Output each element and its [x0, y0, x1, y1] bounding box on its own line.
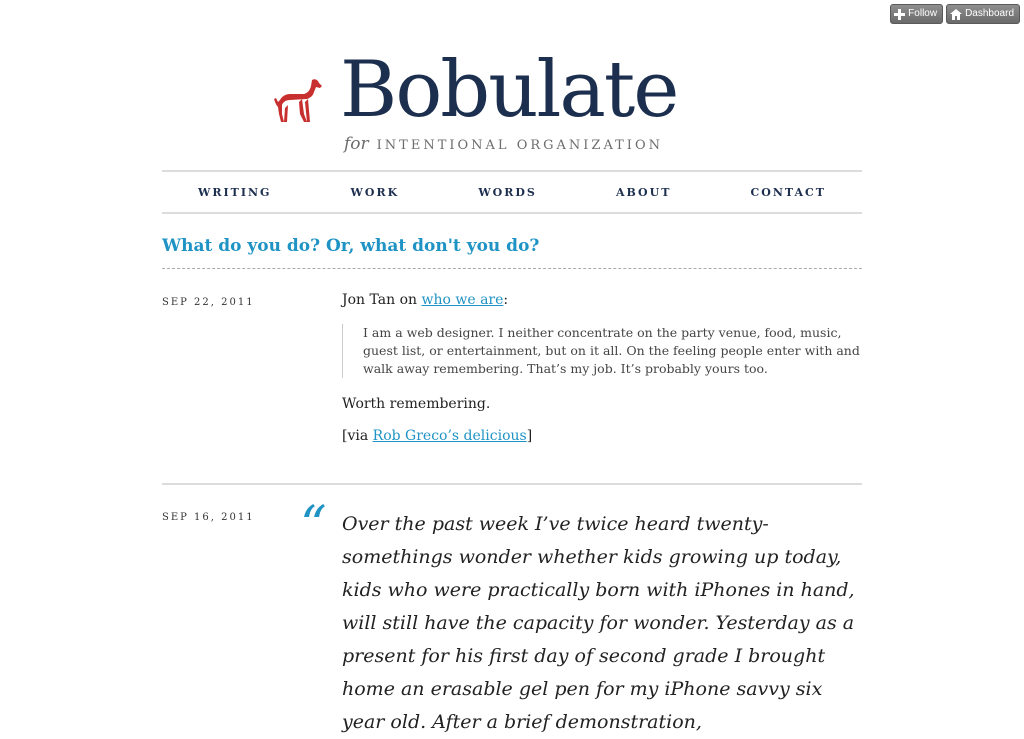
follow-label: Follow	[908, 8, 938, 19]
nav-item-writing[interactable]: WRITING	[198, 186, 271, 199]
who-we-are-link[interactable]: who we are	[421, 292, 503, 308]
follow-button[interactable]: Follow	[890, 4, 944, 24]
via-suffix: ]	[526, 428, 533, 444]
tumblr-controls: Follow Dashboard	[890, 4, 1020, 24]
masthead[interactable]: Bobulate for INTENTIONAL ORGANIZATION	[274, 44, 694, 164]
tagline-rest: INTENTIONAL ORGANIZATION	[376, 138, 663, 153]
nav-item-work[interactable]: WORK	[351, 186, 400, 199]
lead-suffix: :	[503, 292, 509, 308]
post-body: Jon Tan on who we are: I am a web design…	[342, 292, 862, 444]
title-divider	[162, 268, 862, 269]
dog-logo-icon	[274, 79, 322, 122]
dashboard-label: Dashboard	[965, 8, 1014, 19]
quote-post-text: Over the past week I’ve twice heard twen…	[342, 513, 855, 733]
lead-author: Jon Tan on	[342, 292, 422, 308]
nav-item-about[interactable]: ABOUT	[616, 186, 671, 199]
post-separator	[162, 483, 862, 485]
dashboard-button[interactable]: Dashboard	[946, 4, 1020, 24]
post-lead: Jon Tan on who we are:	[342, 292, 862, 308]
quote-mark-icon: “	[300, 496, 327, 556]
plus-icon	[894, 8, 906, 20]
blockquote: I am a web designer. I neither concentra…	[342, 324, 862, 378]
post-date: SEP 16, 2011	[162, 512, 255, 523]
site-tagline: for INTENTIONAL ORGANIZATION	[344, 134, 663, 154]
site-title[interactable]: Bobulate	[340, 44, 679, 136]
via-link[interactable]: Rob Greco’s delicious	[373, 428, 527, 444]
nav-item-contact[interactable]: CONTACT	[751, 186, 826, 199]
via-prefix: [via	[342, 428, 373, 444]
home-icon	[950, 8, 963, 20]
via-line: [via Rob Greco’s delicious]	[342, 428, 862, 444]
main-nav: WRITING WORK WORDS ABOUT CONTACT	[162, 170, 862, 214]
post-title[interactable]: What do you do? Or, what don't you do?	[162, 236, 539, 256]
post-date: SEP 22, 2011	[162, 297, 255, 308]
post-comment: Worth remembering.	[342, 396, 491, 412]
nav-item-words[interactable]: WORDS	[478, 186, 537, 199]
tagline-for: for	[344, 134, 369, 154]
